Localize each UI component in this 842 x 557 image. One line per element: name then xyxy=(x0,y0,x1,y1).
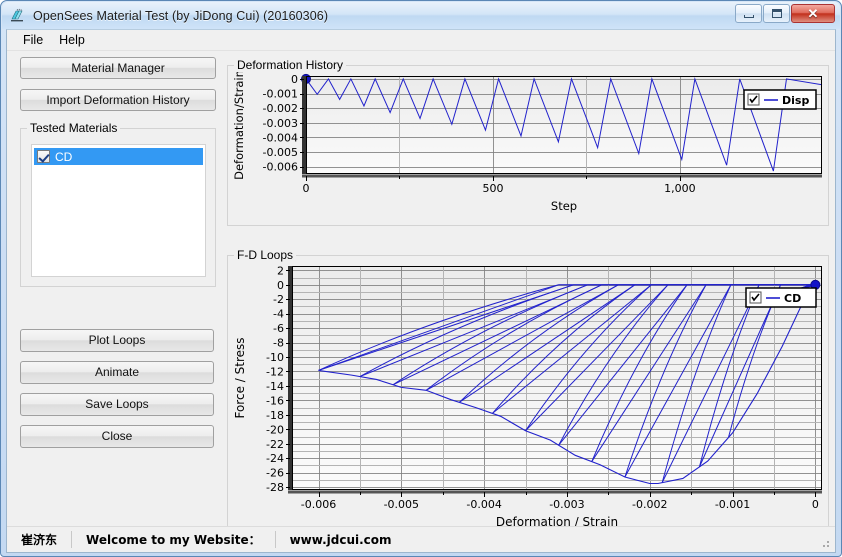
deformation-history-group: Deformation History 0 -0.001 -0.002 -0.003-… xyxy=(227,58,829,226)
svg-text:-0.003: -0.003 xyxy=(549,498,584,511)
svg-text:-12: -12 xyxy=(266,365,284,378)
svg-text:-22: -22 xyxy=(266,438,284,451)
menu-item-file[interactable]: File xyxy=(15,31,51,49)
deformation-history-title: Deformation History xyxy=(234,58,347,72)
tested-materials-label: Tested Materials xyxy=(27,121,121,135)
status-welcome: Welcome to my Website： xyxy=(86,532,261,547)
fd-loops-title: F-D Loops xyxy=(234,248,297,262)
svg-text:-0.001: -0.001 xyxy=(715,498,750,511)
svg-text:-28: -28 xyxy=(266,481,284,494)
save-loops-button[interactable]: Save Loops xyxy=(20,393,214,416)
plot-loops-button[interactable]: Plot Loops xyxy=(20,329,214,352)
svg-text:-0.005: -0.005 xyxy=(384,498,419,511)
svg-text:-18: -18 xyxy=(266,409,284,422)
svg-text:2: 2 xyxy=(277,264,284,277)
svg-text:-24: -24 xyxy=(266,452,284,465)
import-deformation-history-button[interactable]: Import Deformation History xyxy=(20,89,216,111)
svg-text:0: 0 xyxy=(303,182,310,195)
tested-materials-group: Tested Materials CD xyxy=(20,121,216,287)
list-item[interactable]: CD xyxy=(34,148,203,165)
status-author: 崔济东 xyxy=(21,532,58,547)
svg-text:Force / Stress: Force / Stress xyxy=(233,337,247,418)
menu-item-help[interactable]: Help xyxy=(51,31,93,49)
svg-text:-4: -4 xyxy=(273,308,284,321)
svg-text:Deformation/Strain: Deformation/Strain xyxy=(232,70,246,180)
svg-text:-8: -8 xyxy=(273,337,284,350)
svg-text:Disp: Disp xyxy=(782,94,809,107)
svg-text:-0.005: -0.005 xyxy=(263,146,298,159)
close-button[interactable]: ✕ xyxy=(791,4,835,23)
svg-text:CD: CD xyxy=(784,292,801,305)
status-website-link[interactable]: www.jdcui.com xyxy=(276,531,406,549)
svg-text:0: 0 xyxy=(291,73,298,86)
close-icon: ✕ xyxy=(807,6,819,21)
minimize-button[interactable] xyxy=(735,4,762,23)
svg-text:Step: Step xyxy=(551,199,577,213)
deformation-history-plot[interactable]: 0 -0.001 -0.002 -0.003 -0.004 -0.005 -0.006 0 50… xyxy=(230,70,826,225)
svg-text:1,000: 1,000 xyxy=(664,182,696,195)
fd-loops-svg: 20-2-4-6-8-10-12-14-16-18-20-22-24-26-28… xyxy=(233,264,822,529)
material-manager-button[interactable]: Material Manager xyxy=(20,57,216,79)
svg-text:-0.004: -0.004 xyxy=(466,498,501,511)
svg-text:-16: -16 xyxy=(266,394,284,407)
svg-text:-0.002: -0.002 xyxy=(632,498,667,511)
svg-text:-2: -2 xyxy=(273,293,284,306)
title-bar[interactable]: OpenSees Material Test (by JiDong Cui) (… xyxy=(2,2,840,29)
svg-text:0: 0 xyxy=(812,498,819,511)
status-bar: 崔济东 Welcome to my Website： www.jdcui.com xyxy=(7,526,835,552)
svg-text:-6: -6 xyxy=(273,322,284,335)
svg-text:-0.001: -0.001 xyxy=(263,88,298,101)
svg-text:500: 500 xyxy=(482,182,503,195)
svg-text:-14: -14 xyxy=(266,380,284,393)
svg-text:-0.003: -0.003 xyxy=(263,117,298,130)
maximize-icon xyxy=(771,9,782,18)
svg-text:-20: -20 xyxy=(266,423,284,436)
tested-materials-list[interactable]: CD xyxy=(31,144,206,277)
client-area: File Help Material Manager Import Deform… xyxy=(6,29,836,553)
svg-text:-0.002: -0.002 xyxy=(263,102,298,115)
svg-text:-26: -26 xyxy=(266,467,284,480)
list-item-label: CD xyxy=(55,149,73,164)
animate-button[interactable]: Animate xyxy=(20,361,214,384)
window-controls: ✕ xyxy=(735,4,835,23)
action-buttons: Plot Loops Animate Save Loops Close xyxy=(16,329,221,457)
application-window: OpenSees Material Test (by JiDong Cui) (… xyxy=(0,0,842,557)
svg-text:-0.006: -0.006 xyxy=(263,161,298,174)
fd-loops-plot[interactable]: 2 0 -2 -4 -6 -8 -10 -12 -14 -16 -18 -20 -22 -24 -26 -28… xyxy=(230,260,826,541)
close-dialog-button[interactable]: Close xyxy=(20,425,214,448)
svg-text:-10: -10 xyxy=(266,351,284,364)
opensees-icon xyxy=(9,7,27,25)
svg-text:0: 0 xyxy=(277,279,284,292)
svg-text:-0.006: -0.006 xyxy=(301,498,336,511)
resize-grip[interactable] xyxy=(819,537,832,550)
deformation-history-svg: 0 -0.001-0.002 -0.003-0.004 -0.005 -0.006 0 50… xyxy=(232,70,823,213)
svg-text:-0.004: -0.004 xyxy=(263,131,298,144)
maximize-button[interactable] xyxy=(763,4,790,23)
minimize-icon xyxy=(743,14,754,18)
checkbox-checked-icon[interactable] xyxy=(37,150,50,163)
fd-loops-group: F-D Loops 2 0 -2 -4 -6 -8 -10 -12 -14 -16 -18 -20 -2… xyxy=(227,248,829,542)
window-title: OpenSees Material Test (by JiDong Cui) (… xyxy=(33,8,329,23)
menu-bar: File Help xyxy=(7,30,835,51)
